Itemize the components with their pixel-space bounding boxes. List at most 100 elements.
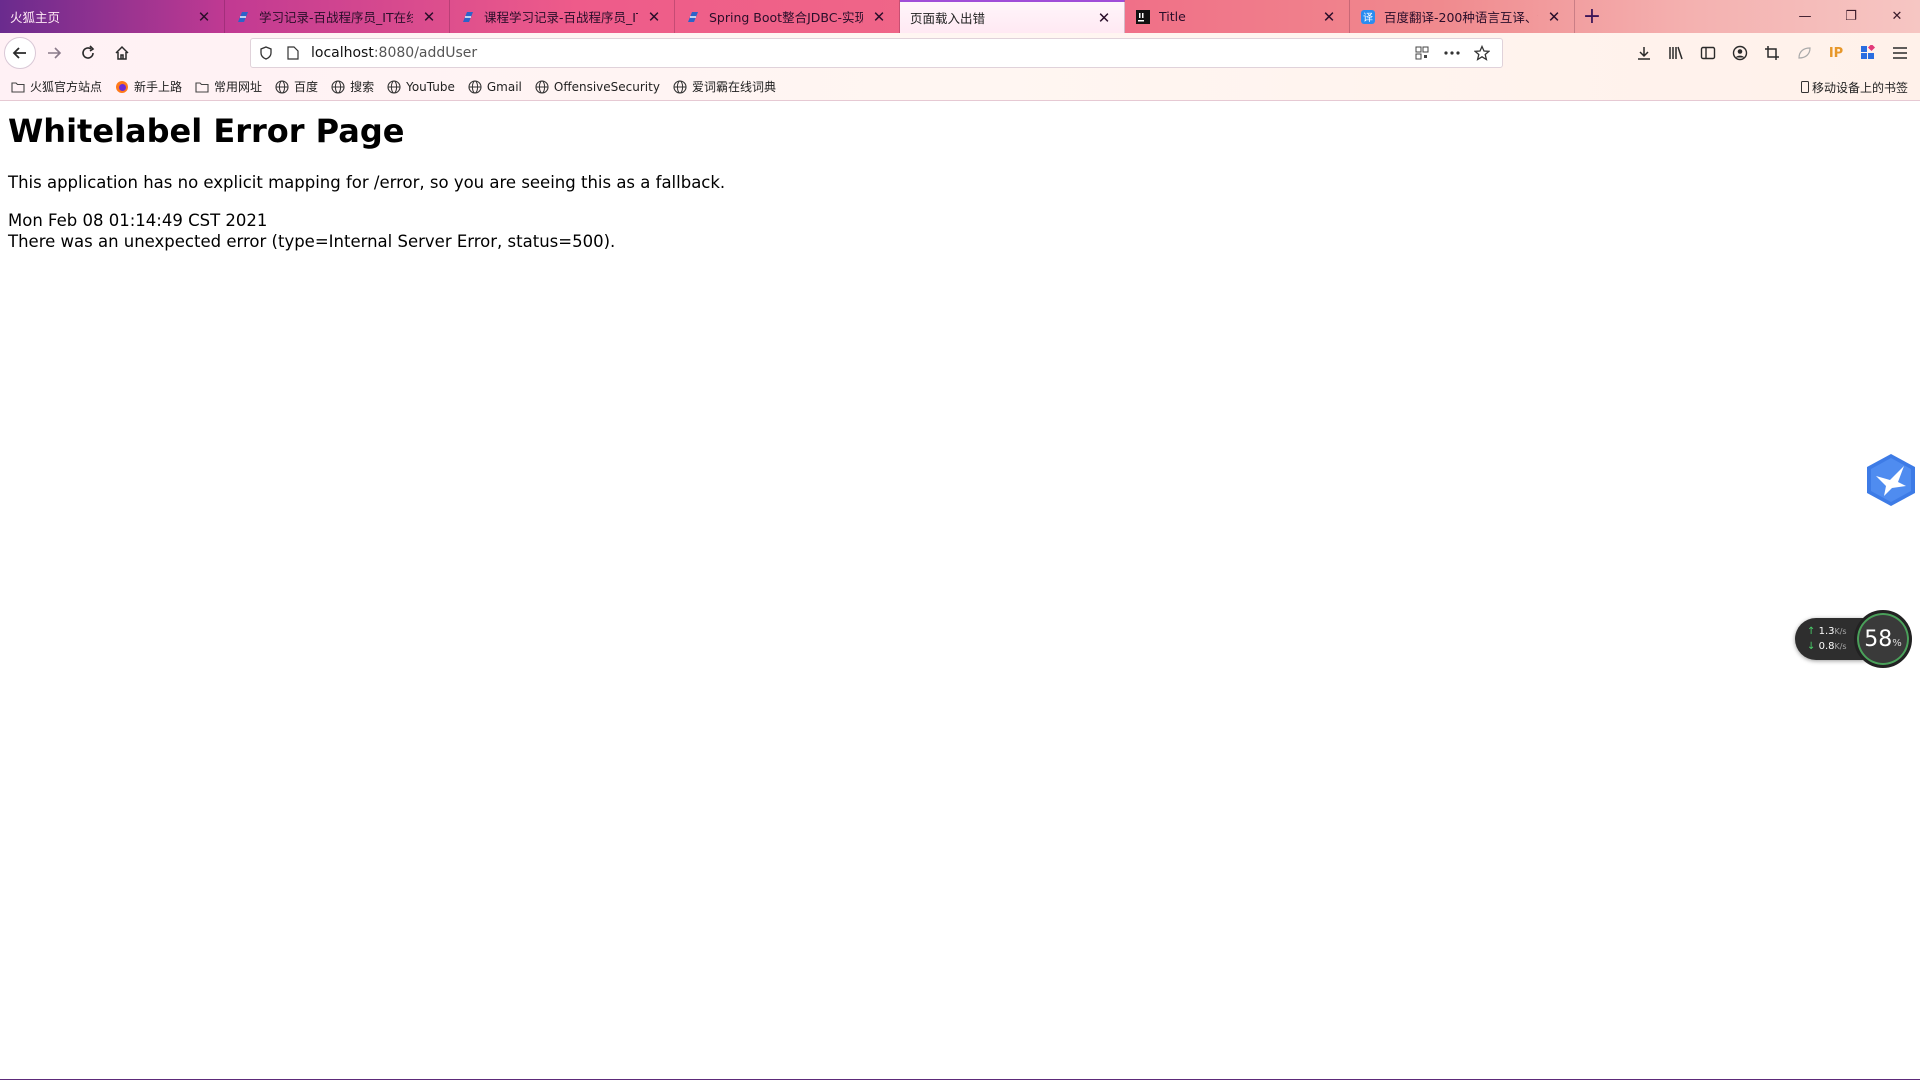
download-icon: [1638, 47, 1650, 60]
upload-arrow-icon: ↑: [1807, 626, 1816, 637]
restore-button[interactable]: ❐: [1828, 0, 1874, 33]
folder-icon: [10, 79, 26, 95]
bookmark-label: 常用网址: [214, 80, 263, 94]
extensions-icon: [1861, 45, 1876, 59]
url-text[interactable]: localhost:8080/addUser: [311, 45, 477, 61]
download-unit: K/s: [1834, 642, 1847, 651]
url-bar[interactable]: localhost:8080/addUser: [250, 38, 1503, 68]
bookmark-baidu[interactable]: 百度: [274, 78, 318, 95]
minimize-button[interactable]: —: [1782, 0, 1828, 33]
mobile-bookmarks-folder[interactable]: 移动设备上的书签: [1800, 73, 1908, 101]
tab-title: 课程学习记录-百战程序员_IT在线: [484, 10, 638, 25]
tab-baidu-translate[interactable]: 译 百度翻译-200种语言互译、沟通 ✕: [1350, 0, 1575, 33]
tab-firefox-home[interactable]: 火狐主页 ✕: [0, 0, 225, 33]
bookmark-star-button[interactable]: [1468, 39, 1496, 67]
tab-title-page[interactable]: Title ✕: [1125, 0, 1350, 33]
error-explanation: This application has no explicit mapping…: [8, 173, 726, 192]
tab-study-record[interactable]: 学习记录-百战程序员_IT在线教育 ✕: [225, 0, 450, 33]
globe-icon: [534, 79, 550, 95]
new-tab-button[interactable]: +: [1575, 0, 1609, 33]
window-controls: — ❐ ✕: [1782, 0, 1920, 33]
tab-page-load-error[interactable]: 页面载入出错 ✕: [900, 0, 1125, 33]
close-window-button[interactable]: ✕: [1874, 0, 1920, 33]
extension-leaf-button[interactable]: [1788, 37, 1820, 69]
tab-close-icon[interactable]: ✕: [644, 7, 664, 27]
upload-value: 1.3: [1818, 626, 1835, 637]
tab-course-record[interactable]: 课程学习记录-百战程序员_IT在线 ✕: [450, 0, 675, 33]
folder-icon: [194, 79, 210, 95]
error-heading: Whitelabel Error Page: [8, 112, 405, 150]
bookmark-youtube[interactable]: YouTube: [386, 79, 455, 95]
plus-icon: +: [1582, 4, 1602, 29]
library-button[interactable]: [1660, 37, 1692, 69]
leaf-icon: [1798, 47, 1811, 59]
qr-code-icon: [1415, 46, 1429, 60]
account-button[interactable]: [1724, 37, 1756, 69]
navigation-toolbar: localhost:8080/addUser IP: [0, 33, 1920, 73]
arrow-left-icon: [12, 47, 26, 59]
bookmark-label: OffensiveSecurity: [553, 79, 660, 94]
bookmark-label: 爱词霸在线词典: [691, 80, 776, 94]
tab-close-icon[interactable]: ✕: [1094, 8, 1114, 28]
tracking-shield-icon[interactable]: [251, 46, 281, 60]
globe-icon: [672, 79, 688, 95]
home-button[interactable]: [106, 37, 138, 69]
network-speed-widget[interactable]: ↑ 1.3K/s ↓ 0.8K/s 58%: [1795, 608, 1915, 668]
reload-icon: [82, 45, 95, 59]
back-button[interactable]: [4, 37, 36, 69]
page-info-icon[interactable]: [281, 46, 305, 60]
account-icon: [1732, 45, 1748, 61]
tab-title: 页面载入出错: [910, 11, 986, 26]
bookmark-search[interactable]: 搜索: [330, 78, 374, 95]
bookmark-firefox-official[interactable]: 火狐官方站点: [10, 78, 102, 95]
hamburger-menu-icon: [1893, 47, 1907, 59]
more-dots-icon: [1444, 51, 1460, 55]
bookmark-common-sites[interactable]: 常用网址: [194, 78, 262, 95]
library-icon: [1669, 46, 1683, 60]
screenshot-button[interactable]: [1756, 37, 1788, 69]
tab-close-icon[interactable]: ✕: [1319, 7, 1339, 27]
floating-bird-widget[interactable]: [1862, 450, 1920, 510]
sxt-logo-icon: [685, 9, 701, 25]
usage-percent: 58: [1864, 626, 1893, 652]
bookmark-getting-started[interactable]: 新手上路: [114, 78, 182, 95]
bookmark-label: 百度: [294, 80, 319, 94]
page-actions-button[interactable]: [1438, 39, 1466, 67]
reload-button[interactable]: [72, 37, 104, 69]
sxt-logo-icon: [460, 9, 476, 25]
tab-close-icon[interactable]: ✕: [419, 7, 439, 27]
ip-label: IP: [1828, 45, 1844, 61]
extensions-button[interactable]: [1852, 37, 1884, 69]
qr-code-button[interactable]: [1408, 39, 1436, 67]
bookmark-label: 搜索: [350, 80, 375, 94]
bookmark-label: Gmail: [486, 79, 522, 94]
downloads-button[interactable]: [1628, 37, 1660, 69]
ip-extension-button[interactable]: IP: [1820, 37, 1852, 69]
bookmark-gmail[interactable]: Gmail: [467, 79, 522, 95]
sidebar-button[interactable]: [1692, 37, 1724, 69]
tab-close-icon[interactable]: ✕: [869, 7, 889, 27]
tab-strip: 火狐主页 ✕ 学习记录-百战程序员_IT在线教育 ✕ 课程学习记录-百战程序员_…: [0, 0, 1920, 33]
bookmark-iciba[interactable]: 爱词霸在线词典: [672, 78, 776, 95]
tab-close-icon[interactable]: ✕: [194, 7, 214, 27]
globe-icon: [330, 79, 346, 95]
url-path: :8080/addUser: [373, 45, 478, 61]
svg-text:译: 译: [1363, 12, 1373, 24]
menu-button[interactable]: [1884, 37, 1916, 69]
bird-icon: [1867, 454, 1915, 506]
bookmarks-toolbar: 火狐官方站点 新手上路 常用网址 百度 搜索 YouTube Gmail Off…: [0, 73, 1920, 101]
url-host: localhost: [311, 45, 374, 61]
intellij-logo-icon: [1135, 9, 1151, 25]
tab-close-icon[interactable]: ✕: [1544, 7, 1564, 27]
error-timestamp: Mon Feb 08 01:14:49 CST 2021: [8, 211, 268, 230]
mobile-phone-icon: [1800, 81, 1809, 93]
bookmark-offensivesecurity[interactable]: OffensiveSecurity: [534, 79, 660, 95]
crop-icon: [1765, 46, 1779, 60]
home-icon: [115, 45, 129, 60]
forward-button[interactable]: [38, 37, 70, 69]
tab-title: 百度翻译-200种语言互译、沟通: [1384, 10, 1538, 25]
tab-springboot-jdbc[interactable]: Spring Boot整合JDBC-实现添加 ✕: [675, 0, 900, 33]
bookmark-label: YouTube: [406, 79, 455, 94]
sidebar-icon: [1700, 46, 1716, 60]
globe-icon: [274, 79, 290, 95]
